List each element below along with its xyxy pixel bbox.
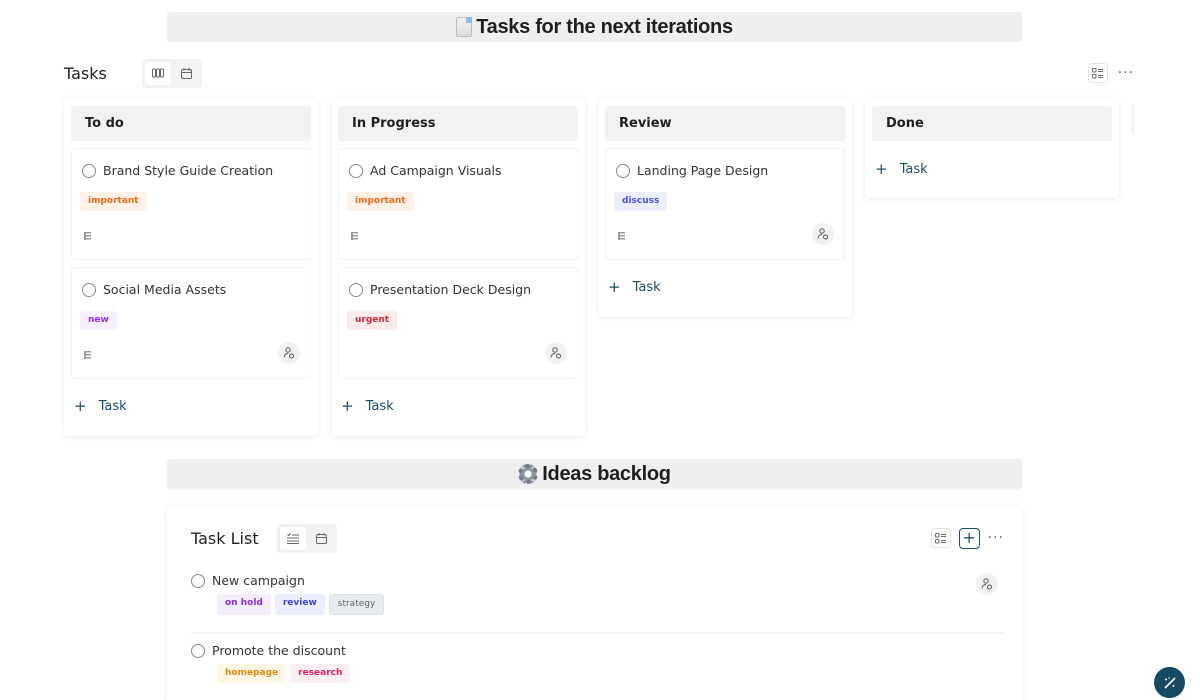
assign-member-button[interactable] <box>812 223 834 245</box>
column-in-progress: In Progress Ad Campaign Visuals importan… <box>331 98 585 436</box>
add-task-button[interactable]: + Task <box>71 386 311 426</box>
task-card[interactable]: Presentation Deck Design urgent <box>338 267 578 379</box>
calendar-icon <box>315 532 327 544</box>
tag-research: research <box>290 664 351 683</box>
calendar-icon <box>180 67 192 79</box>
task-list-header: Task List + ··· <box>191 523 1004 553</box>
task-list-tools: + ··· <box>930 527 1004 549</box>
view-switcher <box>277 523 337 553</box>
plus-icon: + <box>608 278 621 296</box>
task-card[interactable]: Social Media Assets new <box>71 267 311 379</box>
description-icon <box>84 232 91 240</box>
task-title: Landing Page Design <box>637 163 769 178</box>
tag-important: important <box>80 192 147 211</box>
plus-icon: + <box>341 397 354 415</box>
board-view-icon <box>152 68 164 78</box>
board-title: Tasks <box>64 63 107 83</box>
next-column-edge <box>1131 104 1134 134</box>
task-checkbox[interactable] <box>616 163 630 178</box>
task-list-title: Task List <box>191 528 259 548</box>
plus-icon: + <box>74 397 87 415</box>
section-heading-ideas-backlog: Ideas backlog <box>167 459 1022 489</box>
more-options-button[interactable]: ··· <box>1118 66 1134 80</box>
task-title: Social Media Assets <box>103 282 227 297</box>
task-checkbox[interactable] <box>349 163 363 178</box>
task-list-panel: Task List + ··· New campaign on hold rev… <box>167 505 1022 700</box>
column-header: In Progress <box>338 106 578 141</box>
task-checkbox[interactable] <box>349 282 363 297</box>
calendar-view-button[interactable] <box>173 62 199 85</box>
tag-strategy: strategy <box>328 594 385 615</box>
list-view-icon <box>287 532 299 544</box>
tag-discuss: discuss <box>614 192 668 211</box>
board-tools: ··· <box>1087 63 1134 83</box>
filter-button[interactable] <box>930 528 951 548</box>
column-header: Done <box>872 106 1112 141</box>
section-title: Ideas backlog <box>542 462 671 485</box>
add-task-button[interactable]: + Task <box>872 148 1112 190</box>
task-checkbox[interactable] <box>82 282 96 297</box>
list-item[interactable]: Promote the discount homepage research <box>191 643 1004 700</box>
gear-icon <box>518 464 539 484</box>
tag-review: review <box>274 594 325 615</box>
plus-icon: + <box>875 160 888 178</box>
task-title: New campaign <box>212 573 305 588</box>
section-heading-tasks: Tasks for the next iterations <box>167 12 1022 42</box>
description-icon <box>618 232 625 240</box>
view-switcher <box>142 58 202 88</box>
task-title: Presentation Deck Design <box>370 282 532 297</box>
tag-on-hold: on hold <box>217 594 271 615</box>
tag-urgent: urgent <box>347 311 398 330</box>
tag-list: homepage research <box>217 658 1004 683</box>
task-checkbox[interactable] <box>191 573 205 588</box>
task-title: Ad Campaign Visuals <box>370 163 502 178</box>
column-header: To do <box>71 106 311 141</box>
task-checkbox[interactable] <box>191 643 205 658</box>
page-facing-up-icon <box>456 17 473 37</box>
tag-important: important <box>347 192 414 211</box>
magic-wand-icon <box>1163 676 1176 689</box>
task-card[interactable]: Ad Campaign Visuals important <box>338 148 578 260</box>
task-card[interactable]: Brand Style Guide Creation important <box>71 148 311 260</box>
board-view-button[interactable] <box>145 61 171 85</box>
description-icon <box>351 232 358 240</box>
assign-user-icon <box>981 578 992 590</box>
assign-user-icon <box>817 228 828 240</box>
checklist-filter-icon <box>935 532 947 543</box>
filter-button[interactable] <box>1087 63 1108 83</box>
list-view-button[interactable] <box>280 526 306 550</box>
column-header: Review <box>605 106 845 141</box>
column-review: Review Landing Page Design discuss + Task <box>598 98 852 317</box>
column-done: Done + Task <box>865 98 1119 198</box>
task-card[interactable]: Landing Page Design discuss <box>605 148 845 260</box>
add-task-button[interactable]: + <box>958 527 980 549</box>
calendar-view-button[interactable] <box>308 527 334 550</box>
task-title: Brand Style Guide Creation <box>103 163 274 178</box>
section-title: Tasks for the next iterations <box>476 15 733 38</box>
assign-user-icon <box>550 347 561 359</box>
ai-assistant-button[interactable] <box>1154 667 1185 698</box>
list-item[interactable]: New campaign on hold review strategy <box>191 573 1004 633</box>
tag-homepage: homepage <box>217 664 287 683</box>
add-task-button[interactable]: + Task <box>605 267 845 307</box>
more-options-button[interactable]: ··· <box>988 531 1004 545</box>
assign-member-button[interactable] <box>545 342 567 364</box>
assign-member-button[interactable] <box>976 573 998 595</box>
board-header: Tasks ··· <box>64 58 1134 88</box>
column-to-do: To do Brand Style Guide Creation importa… <box>64 98 318 436</box>
tag-list: on hold review strategy <box>217 588 1004 615</box>
tag-new: new <box>80 311 117 330</box>
task-checkbox[interactable] <box>82 163 96 178</box>
description-icon <box>84 351 91 359</box>
page: Tasks for the next iterations Tasks ··· … <box>0 0 1200 700</box>
task-title: Promote the discount <box>212 643 346 658</box>
checklist-filter-icon <box>1092 67 1104 78</box>
assign-member-button[interactable] <box>278 342 300 364</box>
add-task-button[interactable]: + Task <box>338 386 578 426</box>
assign-user-icon <box>283 347 294 359</box>
